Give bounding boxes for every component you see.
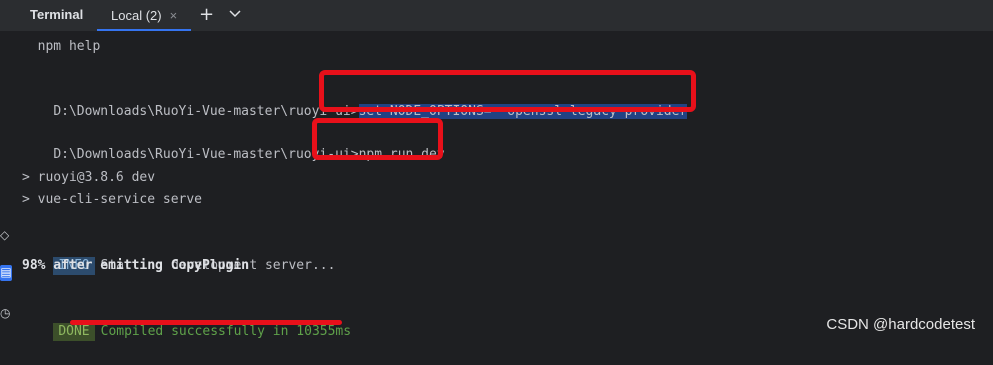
close-icon[interactable]: ×: [170, 8, 178, 23]
annotation-box-npm-run-dev: [312, 118, 443, 160]
done-text: Compiled successfully in 10355ms: [100, 324, 352, 339]
annotation-underline-compiled: [70, 320, 342, 325]
tool-window-tabbar: Terminal Local (2) × +: [0, 0, 993, 32]
watermark: CSDN @hardcodetest: [826, 316, 975, 333]
done-line: DONE Compiled successfully in 10355ms: [22, 299, 351, 365]
output-line: > vue-cli-service serve: [22, 192, 203, 207]
chevron-down-icon[interactable]: [229, 7, 241, 19]
left-tool-strip: ◇ ▤ ◷: [0, 32, 14, 343]
diamond-icon[interactable]: ◇: [0, 228, 12, 244]
annotation-box-set-options: [319, 70, 696, 112]
prompt: D:\Downloads\RuoYi-Vue-master\ruoyi-ui>: [53, 104, 359, 119]
progress-line: 98% after emitting CopyPlugin: [22, 258, 249, 273]
terminal-icon[interactable]: ▤: [0, 265, 12, 281]
terminal-title: Terminal: [30, 7, 84, 22]
output-line: > ruoyi@3.8.6 dev: [22, 170, 156, 185]
output-line: npm help: [22, 39, 101, 54]
tab-local-2[interactable]: Local (2) ×: [97, 0, 192, 31]
done-badge: DONE: [53, 323, 95, 341]
clock-icon[interactable]: ◷: [0, 306, 12, 322]
tab-label: Local (2): [111, 8, 162, 23]
active-tab-indicator: [97, 29, 192, 31]
add-tab-icon[interactable]: +: [199, 4, 214, 25]
